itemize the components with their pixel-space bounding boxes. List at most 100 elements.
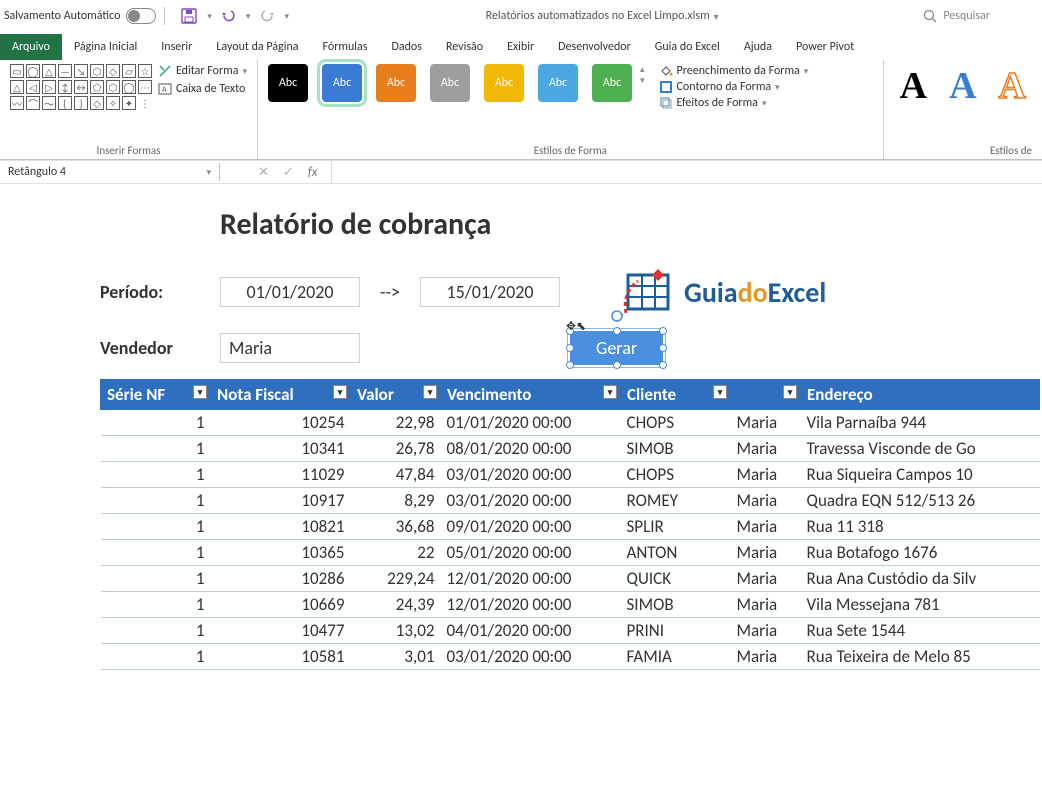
cell-vencimento[interactable]: 08/01/2020 00:00 — [441, 436, 621, 462]
cell-vendedor[interactable]: Maria — [731, 540, 801, 566]
text-box-button[interactable]: A Caixa de Texto — [158, 82, 247, 96]
cell-vencimento[interactable]: 12/01/2020 00:00 — [441, 592, 621, 618]
cell-vencimento[interactable]: 09/01/2020 00:00 — [441, 514, 621, 540]
cell-nf[interactable]: 10286 — [211, 566, 351, 592]
cell-vendedor[interactable]: Maria — [731, 410, 801, 436]
cell-valor[interactable]: 229,24 — [351, 566, 441, 592]
wordart-style-orange-outline[interactable]: A — [999, 64, 1026, 108]
cell-valor[interactable]: 47,84 — [351, 462, 441, 488]
cell-cliente[interactable]: CHOPS — [621, 462, 731, 488]
cell-serie[interactable]: 1 — [101, 566, 211, 592]
cell-vencimento[interactable]: 03/01/2020 00:00 — [441, 644, 621, 670]
cell-endereco[interactable]: Rua Siqueira Campos 10 — [801, 462, 1040, 488]
cell-cliente[interactable]: CHOPS — [621, 410, 731, 436]
cell-cliente[interactable]: ROMEY — [621, 488, 731, 514]
shape-style-gray[interactable]: Abc — [430, 64, 470, 102]
cell-cliente[interactable]: SIMOB — [621, 592, 731, 618]
cell-endereco[interactable]: Rua 11 318 — [801, 514, 1040, 540]
shape-style-orange[interactable]: Abc — [376, 64, 416, 102]
cell-valor[interactable]: 3,01 — [351, 644, 441, 670]
table-row[interactable]: 11025422,9801/01/2020 00:00CHOPSMariaVil… — [101, 410, 1040, 436]
cell-valor[interactable]: 26,78 — [351, 436, 441, 462]
col-vencimento[interactable]: Vencimento▾ — [441, 380, 621, 410]
rotate-handle-icon[interactable] — [610, 309, 624, 323]
cell-vencimento[interactable]: 03/01/2020 00:00 — [441, 488, 621, 514]
filter-icon[interactable]: ▾ — [423, 385, 437, 399]
cell-serie[interactable]: 1 — [101, 410, 211, 436]
cell-serie[interactable]: 1 — [101, 592, 211, 618]
cell-nf[interactable]: 10581 — [211, 644, 351, 670]
cell-cliente[interactable]: FAMIA — [621, 644, 731, 670]
shape-fill-button[interactable]: Preenchimento da Forma ▾ — [659, 64, 809, 78]
table-row[interactable]: 110286229,2412/01/2020 00:00QUICKMariaRu… — [101, 566, 1040, 592]
table-row[interactable]: 11034126,7808/01/2020 00:00SIMOBMariaTra… — [101, 436, 1040, 462]
cell-vencimento[interactable]: 04/01/2020 00:00 — [441, 618, 621, 644]
col-cliente[interactable]: Cliente▾ — [621, 380, 731, 410]
shape-style-blue[interactable]: Abc — [322, 64, 362, 102]
shape-effects-button[interactable]: Efeitos de Forma ▾ — [659, 96, 809, 110]
shapes-gallery[interactable]: ▭◯△—↘⬡◇▱☆ △◁▷↕↔⬠⬡◯⋯ 〰⌒〜{}◇✧✦⋮ — [10, 64, 152, 110]
shape-style-lightblue[interactable]: Abc — [538, 64, 578, 102]
cell-vendedor[interactable]: Maria — [731, 592, 801, 618]
period-to-input[interactable]: 15/01/2020 — [420, 277, 560, 307]
vendor-input[interactable]: Maria — [220, 333, 360, 363]
cell-cliente[interactable]: ANTON — [621, 540, 731, 566]
cell-valor[interactable]: 8,29 — [351, 488, 441, 514]
cell-serie[interactable]: 1 — [101, 462, 211, 488]
filter-icon[interactable]: ▾ — [783, 385, 797, 399]
cell-nf[interactable]: 10917 — [211, 488, 351, 514]
cell-vendedor[interactable]: Maria — [731, 436, 801, 462]
cell-vendedor[interactable]: Maria — [731, 644, 801, 670]
edit-shape-button[interactable]: Editar Forma ▾ — [158, 64, 247, 78]
formula-cancel-icon[interactable]: ✕ — [258, 165, 269, 180]
col-valor[interactable]: Valor▾ — [351, 380, 441, 410]
col-serie[interactable]: Série NF▾ — [101, 380, 211, 410]
tab-desenvolvedor[interactable]: Desenvolvedor — [546, 34, 643, 60]
generate-button[interactable]: Gerar — [570, 331, 663, 365]
redo-icon[interactable] — [260, 9, 274, 23]
cell-vendedor[interactable]: Maria — [731, 566, 801, 592]
cell-cliente[interactable]: PRINI — [621, 618, 731, 644]
wordart-style-black[interactable]: A — [900, 64, 927, 108]
qat-customize-icon[interactable]: ▾ — [284, 11, 289, 22]
filter-icon[interactable]: ▾ — [333, 385, 347, 399]
table-row[interactable]: 11082136,6809/01/2020 00:00SPLIRMariaRua… — [101, 514, 1040, 540]
wordart-gallery[interactable]: A A A — [894, 64, 1032, 108]
cell-vencimento[interactable]: 01/01/2020 00:00 — [441, 410, 621, 436]
cell-vendedor[interactable]: Maria — [731, 462, 801, 488]
table-row[interactable]: 1109178,2903/01/2020 00:00ROMEYMariaQuad… — [101, 488, 1040, 514]
table-row[interactable]: 1105813,0103/01/2020 00:00FAMIAMariaRua … — [101, 644, 1040, 670]
file-title-chevron-icon[interactable]: ▾ — [714, 10, 719, 23]
cell-nf[interactable]: 10341 — [211, 436, 351, 462]
tab-revisao[interactable]: Revisão — [434, 34, 495, 60]
filter-icon[interactable]: ▾ — [603, 385, 617, 399]
cell-vencimento[interactable]: 03/01/2020 00:00 — [441, 462, 621, 488]
undo-icon[interactable] — [222, 9, 236, 23]
autosave-toggle[interactable]: Salvamento Automático — [4, 8, 156, 24]
tab-guia-excel[interactable]: Guia do Excel — [643, 34, 732, 60]
toggle-icon[interactable] — [126, 8, 156, 24]
cell-vencimento[interactable]: 12/01/2020 00:00 — [441, 566, 621, 592]
cell-endereco[interactable]: Vila Parnaíba 944 — [801, 410, 1040, 436]
cell-nf[interactable]: 10365 — [211, 540, 351, 566]
cell-endereco[interactable]: Rua Ana Custódio da Silv — [801, 566, 1040, 592]
cell-cliente[interactable]: QUICK — [621, 566, 731, 592]
cell-serie[interactable]: 1 — [101, 618, 211, 644]
cell-endereco[interactable]: Vila Messejana 781 — [801, 592, 1040, 618]
shape-outline-button[interactable]: Contorno da Forma ▾ — [659, 80, 809, 94]
cell-nf[interactable]: 10254 — [211, 410, 351, 436]
generate-button-selection[interactable]: Gerar ✥⬉ — [570, 331, 663, 365]
cell-endereco[interactable]: Rua Botafogo 1676 — [801, 540, 1040, 566]
tab-dados[interactable]: Dados — [379, 34, 433, 60]
formula-accept-icon[interactable]: ✓ — [283, 165, 294, 180]
cell-valor[interactable]: 36,68 — [351, 514, 441, 540]
table-row[interactable]: 11102947,8403/01/2020 00:00CHOPSMariaRua… — [101, 462, 1040, 488]
cell-valor[interactable]: 13,02 — [351, 618, 441, 644]
cell-endereco[interactable]: Travessa Visconde de Go — [801, 436, 1040, 462]
cell-vencimento[interactable]: 05/01/2020 00:00 — [441, 540, 621, 566]
cell-cliente[interactable]: SPLIR — [621, 514, 731, 540]
name-box[interactable]: Retângulo 4 ▾ — [0, 163, 220, 181]
col-nf[interactable]: Nota Fiscal▾ — [211, 380, 351, 410]
cell-serie[interactable]: 1 — [101, 514, 211, 540]
period-from-input[interactable]: 01/01/2020 — [220, 277, 360, 307]
